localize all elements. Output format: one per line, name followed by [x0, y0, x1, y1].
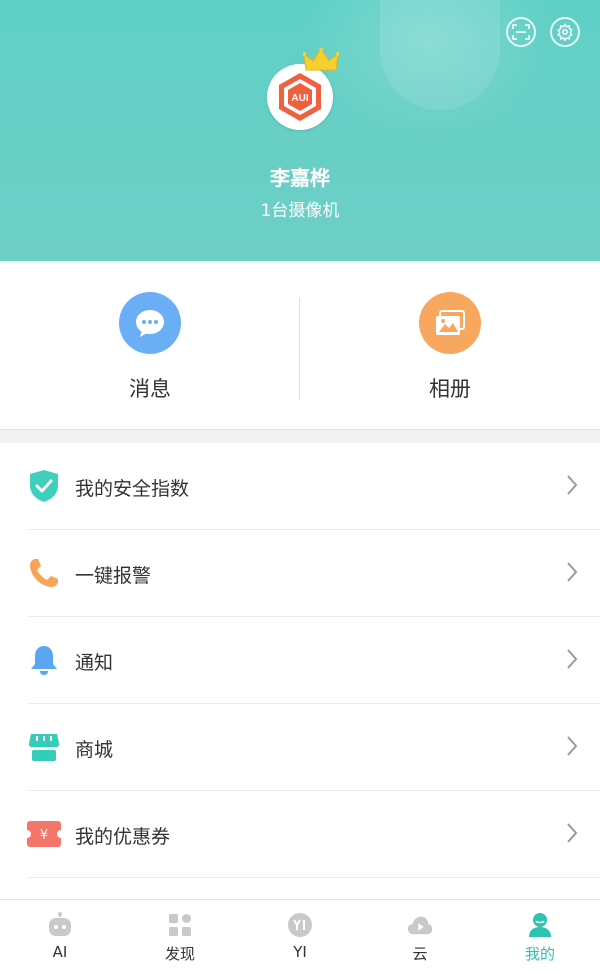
tab-yi[interactable]: YI — [240, 900, 360, 974]
crown-icon — [302, 48, 340, 78]
chevron-right-icon — [566, 561, 578, 587]
chevron-right-icon — [566, 735, 578, 761]
quick-action-messages[interactable]: 消息 — [0, 261, 300, 430]
menu-item-label: 一键报警 — [75, 565, 152, 587]
avatar-logo-text: AUI — [291, 93, 308, 104]
message-bubble-icon — [119, 292, 181, 354]
quick-action-label: 消息 — [129, 377, 171, 401]
menu-item-label: 通知 — [75, 652, 114, 674]
yi-logo-icon — [287, 912, 313, 938]
menu-item-shop[interactable]: 商城 — [0, 704, 600, 791]
menu-item-alarm[interactable]: 一键报警 — [0, 530, 600, 617]
chevron-right-icon — [566, 822, 578, 848]
tab-discover[interactable]: 发现 — [120, 900, 240, 974]
menu-item-notifications[interactable]: 通知 — [0, 617, 600, 704]
cloud-play-icon — [407, 912, 433, 938]
menu-item-label: 我的优惠券 — [75, 826, 171, 848]
coupon-badge-text: ¥ — [40, 828, 48, 843]
tab-label: 云 — [412, 945, 428, 963]
shield-check-icon — [27, 469, 61, 503]
tab-label: YI — [293, 943, 307, 961]
tab-me[interactable]: 我的 — [480, 900, 600, 974]
tab-label: 发现 — [164, 945, 195, 963]
header-actions — [506, 17, 580, 47]
quick-action-label: 相册 — [429, 377, 471, 401]
profile-header: AUI 李嘉桦 1台摄像机 — [0, 0, 600, 261]
settings-menu: 我的安全指数 一键报警 通知 商城 ¥ 我的优惠券 — [0, 443, 600, 899]
quick-action-album[interactable]: 相册 — [300, 261, 600, 430]
avatar-container[interactable]: AUI — [267, 48, 343, 130]
chevron-right-icon — [566, 648, 578, 674]
menu-item-security-index[interactable]: 我的安全指数 — [0, 443, 600, 530]
grid-icon — [167, 912, 193, 938]
quick-actions: 消息 相册 — [0, 261, 600, 430]
bell-icon — [27, 643, 61, 677]
phone-icon — [27, 556, 61, 590]
scan-icon[interactable] — [506, 17, 536, 47]
tab-ai[interactable]: AI — [0, 900, 120, 974]
bottom-tab-bar: AI 发现 YI 云 我的 — [0, 899, 600, 974]
photo-album-icon — [419, 292, 481, 354]
tab-cloud[interactable]: 云 — [360, 900, 480, 974]
tab-label: 我的 — [524, 945, 555, 963]
robot-icon — [47, 912, 73, 938]
settings-gear-icon[interactable] — [550, 17, 580, 47]
menu-item-coupons[interactable]: ¥ 我的优惠券 — [0, 791, 600, 878]
tab-label: AI — [52, 943, 68, 961]
user-icon — [527, 912, 553, 938]
username: 李嘉桦 — [270, 166, 330, 190]
divider — [28, 877, 600, 878]
chevron-right-icon — [566, 474, 578, 500]
camera-count: 1台摄像机 — [260, 201, 340, 221]
menu-item-label: 我的安全指数 — [75, 478, 190, 500]
menu-item-label: 商城 — [75, 739, 114, 761]
coupon-icon: ¥ — [27, 817, 61, 851]
shop-icon — [27, 730, 61, 764]
